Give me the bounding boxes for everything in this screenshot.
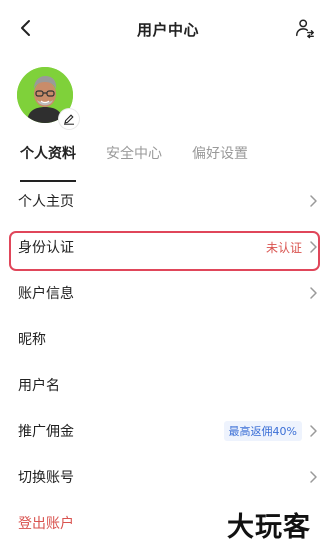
chevron-right-icon — [310, 195, 317, 207]
verification-status: 未认证 — [265, 240, 302, 255]
edit-avatar-button[interactable] — [59, 109, 79, 129]
commission-badge: 最高返佣40% — [223, 421, 302, 441]
row-personal-homepage[interactable]: 个人主页 — [0, 178, 336, 224]
chevron-right-icon — [310, 425, 317, 437]
row-account-info[interactable]: 账户信息 — [0, 270, 336, 316]
profile-tabs: 个人资料 安全中心 偏好设置 — [20, 143, 278, 182]
chevron-right-icon — [310, 287, 317, 299]
row-username[interactable]: 用户名 — [0, 362, 336, 408]
pencil-icon — [64, 114, 74, 125]
row-label: 推广佣金 — [18, 424, 74, 440]
row-label: 昵称 — [18, 332, 46, 348]
navigation-bar: 用户中心 — [0, 0, 336, 58]
row-label: 身份认证 — [18, 240, 74, 256]
tab-security-center[interactable]: 安全中心 — [106, 143, 162, 175]
row-nickname[interactable]: 昵称 — [0, 316, 336, 362]
chevron-right-icon — [310, 471, 317, 483]
settings-list: 个人主页 身份认证 未认证 账户信息 昵称 用户名 推广佣金 最高返佣40% 切… — [0, 178, 336, 546]
row-label: 账户信息 — [18, 286, 74, 302]
avatar-container[interactable] — [17, 67, 79, 129]
row-label: 用户名 — [18, 378, 60, 394]
watermark-text: 大玩客 — [227, 512, 311, 543]
row-label: 切换账号 — [18, 470, 74, 486]
user-switch-icon[interactable] — [294, 17, 316, 39]
chevron-right-icon — [310, 241, 317, 253]
logout-label: 登出账户 — [18, 516, 74, 532]
row-referral-commission[interactable]: 推广佣金 最高返佣40% — [0, 408, 336, 454]
tab-personal-info[interactable]: 个人资料 — [20, 143, 76, 182]
page-title: 用户中心 — [136, 21, 199, 39]
row-identity-verification[interactable]: 身份认证 未认证 — [0, 224, 336, 270]
row-switch-account[interactable]: 切换账号 — [0, 454, 336, 500]
row-label: 个人主页 — [18, 194, 74, 210]
tab-preferences[interactable]: 偏好设置 — [192, 143, 248, 175]
